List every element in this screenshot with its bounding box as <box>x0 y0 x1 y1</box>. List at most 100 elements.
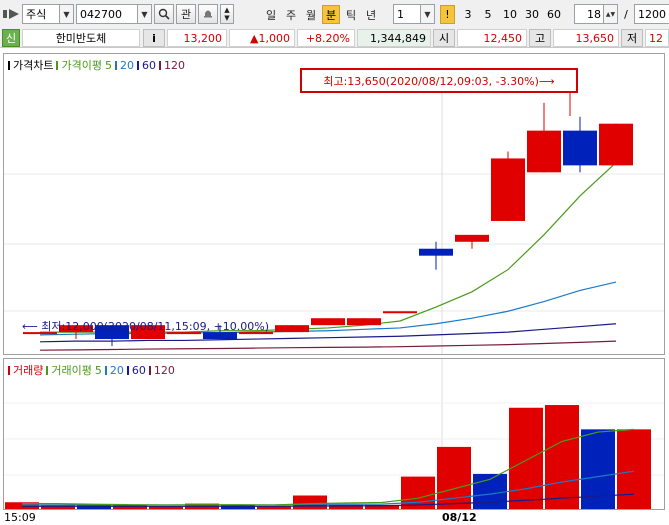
high-annotation-text: 최고:13,650(2020/08/12,09:03, -3.30%)⟶ <box>323 74 555 88</box>
interval-preset-30[interactable]: 30 <box>522 5 542 24</box>
interval-select-value: 1 <box>397 7 404 21</box>
chevron-down-icon[interactable]: ▼ <box>137 5 151 23</box>
chevron-down-icon[interactable]: ▼ <box>420 5 434 23</box>
period-label: 월 <box>305 8 317 22</box>
change-percent: +8.20% <box>297 29 355 47</box>
magnifier-icon <box>158 8 170 20</box>
period-label: 주 <box>285 8 297 22</box>
current-price-text: 13,200 <box>183 31 223 45</box>
candle-body <box>419 248 453 256</box>
low-annotation: ⟵ 최저:12,000(2020/08/11,15:09, +10.00%) <box>22 318 269 334</box>
volume-bar <box>617 429 651 509</box>
interval-preset-label: 5 <box>484 8 492 21</box>
interval-preset-label: 30 <box>525 8 539 21</box>
interval-preset-label: 10 <box>503 8 517 21</box>
low-price: 12 <box>645 29 669 47</box>
alert-preset-label: ! <box>445 8 450 21</box>
price-change-text: ▲1,000 <box>250 31 290 45</box>
date-tick: 08/12 <box>442 511 477 524</box>
count-total-input[interactable]: 1200 <box>634 4 669 24</box>
change-percent-text: +8.20% <box>305 31 350 45</box>
candle-body <box>491 158 525 221</box>
volume-bar <box>113 504 147 509</box>
candle-body <box>275 325 309 333</box>
candle-body <box>347 318 381 326</box>
bell-icon <box>204 10 212 18</box>
stock-name[interactable]: 한미반도체 <box>22 29 140 47</box>
volume-bar <box>545 405 579 509</box>
info-button[interactable]: i <box>143 29 165 47</box>
volume-bar <box>293 495 327 509</box>
period-tab-month[interactable]: 월 <box>302 5 320 24</box>
high-price: 13,650 <box>553 29 619 47</box>
new-badge: 신 <box>2 29 20 47</box>
open-label: 시 <box>433 29 455 47</box>
price-chart-svg <box>4 74 664 354</box>
pin-arrow-icon[interactable] <box>2 7 20 21</box>
volume-bar <box>509 407 543 509</box>
count-separator: / <box>621 5 631 24</box>
favorite-button[interactable]: 관 <box>176 4 196 24</box>
low-label: 저 <box>621 29 643 47</box>
period-tab-week[interactable]: 주 <box>282 5 300 24</box>
low-price-text: 12 <box>649 31 663 45</box>
chevron-up-icon[interactable]: ▲ <box>224 6 229 14</box>
alert-preset-button[interactable]: ! <box>440 5 455 24</box>
candle-body <box>311 318 345 326</box>
candle-body <box>455 234 489 242</box>
period-label: 년 <box>365 8 377 22</box>
stepper-button[interactable]: ▲ ▼ <box>220 4 234 24</box>
interval-preset-3[interactable]: 3 <box>460 5 476 24</box>
interval-preset-10[interactable]: 10 <box>500 5 520 24</box>
candle-body <box>383 311 417 314</box>
volume-chart-panel[interactable]: 거래량 거래이평 5 20 60 120 <box>3 358 665 510</box>
interval-select[interactable]: 1 ▼ <box>393 4 435 24</box>
volume-bar <box>221 504 255 509</box>
count-input[interactable]: 18 ▲▼ <box>574 4 618 24</box>
volume-chart-svg <box>4 359 664 509</box>
ma120-line <box>39 340 617 351</box>
price-chart-panel[interactable]: 가격차트 가격이평 5 20 60 120 <box>3 53 665 355</box>
high-label: 고 <box>529 29 551 47</box>
time-tick: 15:09 <box>4 511 36 524</box>
price-change: ▲1,000 <box>229 29 295 47</box>
chevron-down-icon[interactable]: ▼ <box>224 14 229 22</box>
candle-body <box>527 130 561 173</box>
ma5-line <box>40 162 617 333</box>
interval-preset-label: 60 <box>547 8 561 21</box>
volume-bar <box>41 504 75 509</box>
stock-code-value: 042700 <box>80 7 122 21</box>
market-select[interactable]: 주식 ▼ <box>22 4 74 24</box>
favorite-button-label: 관 <box>180 8 192 21</box>
stock-name-text: 한미반도체 <box>55 32 107 45</box>
candle-body <box>563 130 597 166</box>
period-tab-minute[interactable]: 분 <box>322 5 340 24</box>
count-stepper[interactable]: ▲▼ <box>603 5 617 23</box>
high-annotation: 최고:13,650(2020/08/12,09:03, -3.30%)⟶ <box>300 68 578 93</box>
trade-volume-text: 1,344,849 <box>370 31 426 45</box>
search-button[interactable] <box>154 4 174 24</box>
interval-preset-label: 3 <box>464 8 472 21</box>
chevron-down-icon[interactable]: ▼ <box>59 5 73 23</box>
low-annotation-text: ⟵ 최저:12,000(2020/08/11,15:09, +10.00%) <box>22 320 270 333</box>
candle-body <box>599 123 633 166</box>
info-icon: i <box>152 31 156 45</box>
alarm-button[interactable] <box>198 4 218 24</box>
volume-bar <box>77 504 111 509</box>
period-label: 일 <box>265 8 277 22</box>
count-value: 18 <box>587 7 601 21</box>
open-price: 12,450 <box>457 29 527 47</box>
period-label: 분 <box>325 8 337 22</box>
interval-preset-5[interactable]: 5 <box>480 5 496 24</box>
period-tab-year[interactable]: 년 <box>362 5 380 24</box>
high-label-text: 고 <box>534 32 546 45</box>
high-price-text: 13,650 <box>575 31 615 45</box>
open-price-text: 12,450 <box>483 31 523 45</box>
period-tab-tick[interactable]: 틱 <box>342 5 360 24</box>
stock-code-input[interactable]: 042700 ▼ <box>76 4 152 24</box>
quote-bar: 신 한미반도체 i 13,200 ▲1,000 +8.20% 1,344,849… <box>0 28 669 48</box>
current-price: 13,200 <box>167 29 227 47</box>
low-label-text: 저 <box>626 32 638 45</box>
interval-preset-60[interactable]: 60 <box>544 5 564 24</box>
period-tab-day[interactable]: 일 <box>262 5 280 24</box>
